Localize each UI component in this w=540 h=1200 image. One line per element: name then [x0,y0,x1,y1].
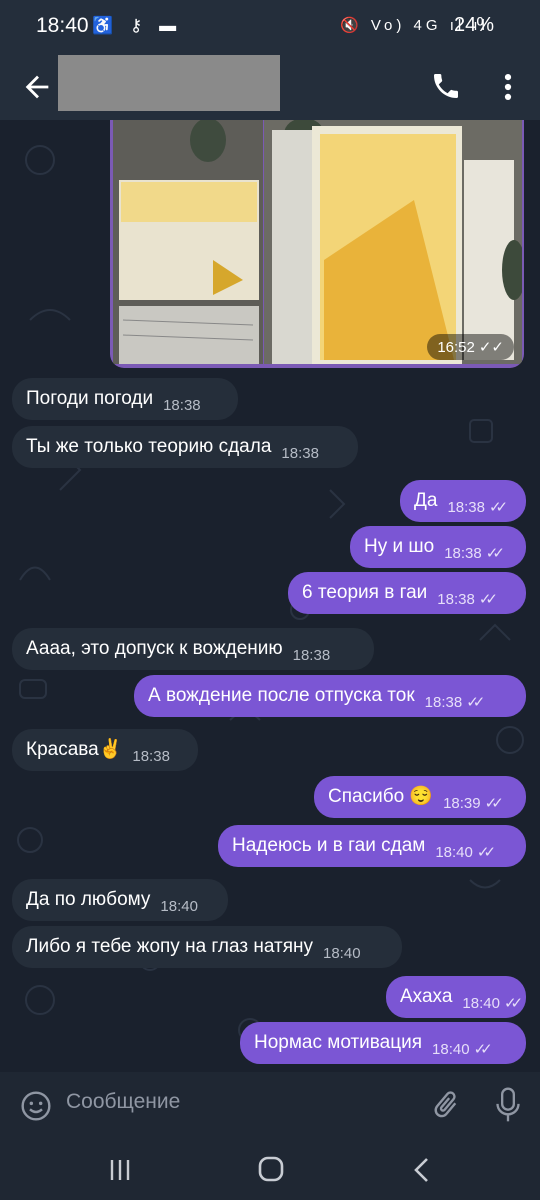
back-arrow-icon[interactable] [20,70,54,104]
photo-message[interactable]: 16:52 ✓✓ [110,120,524,368]
more-options-icon[interactable] [496,70,520,104]
recents-icon[interactable] [106,1156,134,1184]
outgoing-message[interactable]: 6 теория в гаи 18:38 ✓✓ [288,572,526,614]
outgoing-message[interactable]: Нормас мотивация 18:40 ✓✓ [240,1022,526,1064]
read-receipt-icon: ✓✓ [478,339,504,356]
message-text: Ахаха [400,986,453,1007]
message-time: 18:38 [163,397,201,414]
read-receipt-icon: ✓✓ [485,545,505,562]
photo-certificate-left[interactable] [113,120,263,364]
photo-certificate-right[interactable] [264,120,524,364]
message-text: Либо я тебе жопу на глаз натяну [26,936,313,957]
message-time: 18:38 [424,694,463,711]
phone-icon[interactable] [430,70,462,102]
message-time: 18:38 [132,748,170,765]
chat-area[interactable]: 16:52 ✓✓ Погоди погоди 18:38 Ты же только т… [0,120,540,1072]
message-input[interactable]: Сообщение [66,1090,180,1114]
read-receipt-icon: ✓✓ [473,1041,493,1058]
home-icon[interactable] [256,1154,286,1184]
outgoing-message[interactable]: Надеюсь и в гаи сдам 18:40 ✓✓ [218,825,526,867]
message-text: Надеюсь и в гаи сдам [232,835,426,856]
incoming-message[interactable]: Аааа, это допуск к вождению 18:38 [12,628,374,670]
message-time: 18:40 [432,1041,470,1058]
read-receipt-icon: ✓✓ [478,591,498,608]
photo-message-time: 16:52 ✓✓ [427,334,514,360]
certificate-photo-image [264,120,524,364]
message-time: 18:38 [444,545,482,562]
outgoing-message[interactable]: Да 18:38 ✓✓ [400,480,526,522]
message-time: 18:38 [292,647,331,664]
message-input-bar: Сообщение [0,1072,540,1140]
system-nav-bar [0,1140,540,1200]
microphone-icon[interactable] [494,1086,522,1124]
certificate-photo-image [113,120,263,364]
outgoing-message[interactable]: Ахаха 18:40 ✓✓ [386,976,526,1018]
read-receipt-icon: ✓✓ [466,694,485,711]
message-time: 18:39 [443,795,481,812]
status-time: 18:40 [36,14,89,37]
incoming-message[interactable]: Красава✌️ 18:38 [12,729,198,771]
message-text: Спасибо 😌 [328,786,434,807]
message-text: Да [414,490,438,511]
read-receipt-icon: ✓✓ [476,844,496,861]
message-text: А вождение после отпуска ток [148,685,415,706]
message-text: Аааа, это допуск к вождению [26,638,283,659]
message-time: 18:40 [462,995,500,1012]
read-receipt-icon: ✓✓ [503,995,523,1012]
incoming-message[interactable]: Да по любому 18:40 [12,879,228,921]
message-time: 18:38 [447,499,485,516]
outgoing-message[interactable]: А вождение после отпуска ток 18:38 ✓✓ [134,675,526,717]
message-text: Да по любому [26,889,151,910]
message-text: 6 теория в гаи [302,582,428,603]
message-time: 18:38 [281,445,319,462]
incoming-message[interactable]: Либо я тебе жопу на глаз натяну 18:40 [12,926,402,968]
status-left-icons: ♿ ⚷ ▬ [92,16,183,35]
outgoing-message[interactable]: Спасибо 😌 18:39 ✓✓ [314,776,526,818]
paperclip-icon[interactable] [430,1088,462,1122]
photo-time-text: 16:52 [437,339,475,356]
message-text: Красава✌️ [26,739,123,760]
emoji-icon[interactable] [20,1090,52,1122]
read-receipt-icon: ✓✓ [484,795,504,812]
read-receipt-icon: ✓✓ [488,499,508,516]
incoming-message[interactable]: Ты же только теорию сдала 18:38 [12,426,358,468]
message-text: Ну и шо [364,536,435,557]
message-text: Ты же только теорию сдала [26,436,272,457]
outgoing-message[interactable]: Ну и шо 18:38 ✓✓ [350,526,526,568]
message-time: 18:38 [437,591,475,608]
status-bar: 18:40 ♿ ⚷ ▬ 🔇 Vo) 4G ıl ıl 24% [0,0,540,54]
message-text: Погоди погоди [26,388,154,409]
chat-name-redacted[interactable] [58,55,280,111]
nav-back-icon[interactable] [408,1155,436,1185]
message-time: 18:40 [323,945,361,962]
message-text: Нормас мотивация [254,1032,423,1053]
incoming-message[interactable]: Погоди погоди 18:38 [12,378,238,420]
message-time: 18:40 [435,844,473,861]
chat-header [0,54,540,120]
message-time: 18:40 [160,898,198,915]
battery-level: 24% [454,14,495,36]
